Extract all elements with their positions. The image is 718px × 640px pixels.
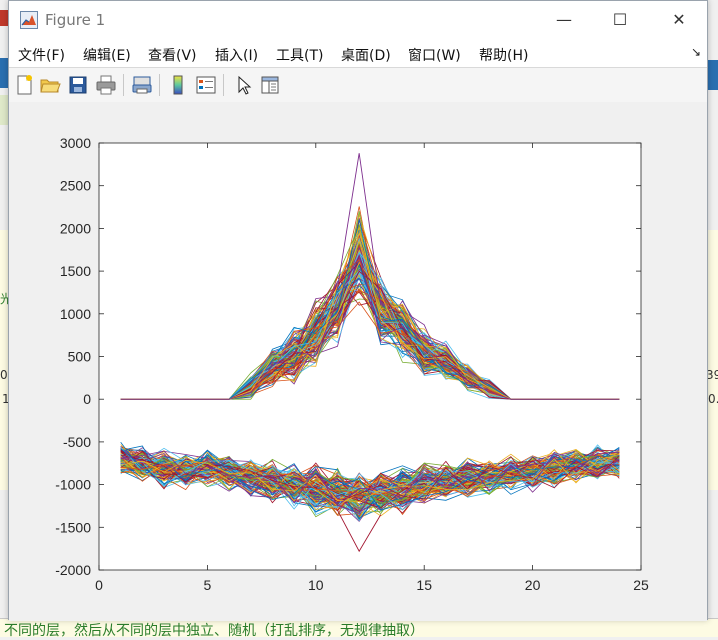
menu-bar: 文件(F) 编辑(E) 查看(V) 插入(I) 工具(T) 桌面(D) 窗口(W…	[9, 39, 707, 67]
new-figure-icon[interactable]	[13, 74, 35, 96]
figure-window: Figure 1 — ☐ ✕ 文件(F) 编辑(E) 查看(V) 插入(I) 工…	[8, 0, 708, 621]
maximize-button[interactable]: ☐	[605, 9, 635, 31]
y-tick-label: 1500	[60, 263, 91, 279]
y-tick-label: -1000	[55, 477, 91, 493]
save-icon[interactable]	[67, 74, 89, 96]
background-window-edge	[0, 10, 8, 26]
menu-edit[interactable]: 编辑(E)	[83, 45, 131, 65]
figure-toolbar	[9, 67, 707, 103]
menu-help[interactable]: 帮助(H)	[479, 45, 528, 65]
property-editor-icon[interactable]	[259, 74, 281, 96]
y-tick-label: -2000	[55, 562, 91, 578]
y-tick-label: -1500	[55, 519, 91, 535]
close-button[interactable]: ✕	[664, 9, 694, 31]
print-icon[interactable]	[95, 74, 117, 96]
toolbar-separator	[123, 74, 124, 96]
x-tick-label: 5	[204, 577, 212, 593]
menu-window[interactable]: 窗口(W)	[408, 45, 461, 65]
background-editor-edge	[708, 230, 718, 490]
background-editor-text: 不同的层，然后从不同的层中独立、随机（打乱排序，无规律抽取）	[4, 623, 424, 639]
y-tick-label: 0	[83, 391, 91, 407]
legend-icon[interactable]	[195, 74, 217, 96]
menu-desktop[interactable]: 桌面(D)	[341, 45, 391, 65]
menu-tools[interactable]: 工具(T)	[276, 45, 323, 65]
print-preview-icon[interactable]	[131, 74, 153, 96]
background-window-edge	[708, 60, 718, 90]
y-tick-label: 500	[68, 349, 92, 365]
x-tick-label: 0	[95, 577, 103, 593]
matlab-figure-icon	[20, 11, 38, 29]
background-window-edge	[0, 95, 8, 125]
y-tick-label: 1000	[60, 306, 91, 322]
x-tick-label: 15	[416, 577, 432, 593]
pointer-icon[interactable]	[233, 74, 255, 96]
minimize-button[interactable]: —	[549, 9, 579, 31]
open-file-icon[interactable]	[39, 74, 61, 96]
window-title: Figure 1	[45, 11, 106, 29]
menu-insert[interactable]: 插入(I)	[215, 45, 258, 65]
colorbar-icon[interactable]	[167, 74, 189, 96]
menu-file[interactable]: 文件(F)	[18, 45, 65, 65]
y-tick-label: -500	[63, 434, 91, 450]
background-text-fragment: 0.	[708, 392, 718, 406]
toolbar-separator	[159, 74, 160, 96]
x-tick-label: 20	[525, 577, 541, 593]
line-chart[interactable]: 0 5 10 15 20 25 -2000 -1500 -1000 -500 0 500 1000 150…	[9, 102, 707, 621]
title-bar[interactable]: Figure 1 — ☐ ✕	[9, 1, 707, 39]
x-tick-label: 10	[308, 577, 324, 593]
y-tick-label: 2000	[60, 220, 91, 236]
plot-area: 0 5 10 15 20 25 -2000 -1500 -1000 -500 0 500 1000 150…	[9, 102, 707, 621]
toolbar-separator	[223, 74, 224, 96]
menu-view[interactable]: 查看(V)	[148, 45, 197, 65]
background-window-edge	[0, 58, 8, 88]
dock-arrow-icon[interactable]: ↘	[691, 45, 701, 59]
x-tick-label: 25	[633, 577, 649, 593]
y-tick-label: 3000	[60, 135, 91, 151]
y-tick-label: 2500	[60, 178, 91, 194]
